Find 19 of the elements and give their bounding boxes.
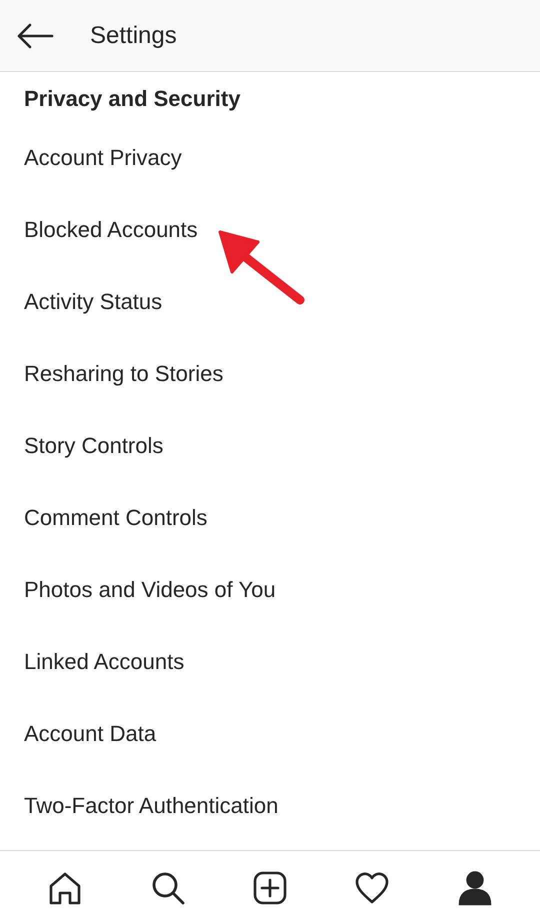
- back-button[interactable]: [16, 22, 54, 48]
- search-icon[interactable]: [150, 870, 186, 906]
- settings-item[interactable]: Comment Controls: [24, 505, 208, 531]
- screen-title: Settings: [90, 22, 177, 50]
- settings-item[interactable]: Account Data: [24, 721, 156, 747]
- profile-icon[interactable]: [456, 870, 493, 906]
- settings-item[interactable]: Linked Accounts: [24, 649, 184, 675]
- back-arrow-icon: [16, 22, 54, 48]
- settings-item[interactable]: Two-Factor Authentication: [24, 793, 278, 819]
- settings-item[interactable]: Activity Status: [24, 289, 162, 315]
- settings-item[interactable]: Photos and Videos of You: [24, 577, 276, 603]
- settings-item[interactable]: Blocked Accounts: [24, 217, 198, 243]
- section-heading: Privacy and Security: [23, 85, 242, 113]
- home-icon[interactable]: [47, 870, 84, 906]
- heart-icon[interactable]: [354, 870, 390, 906]
- add-icon[interactable]: [252, 870, 288, 906]
- settings-item[interactable]: Account Privacy: [24, 145, 182, 171]
- settings-item[interactable]: Story Controls: [24, 433, 164, 459]
- settings-item[interactable]: Resharing to Stories: [24, 361, 224, 387]
